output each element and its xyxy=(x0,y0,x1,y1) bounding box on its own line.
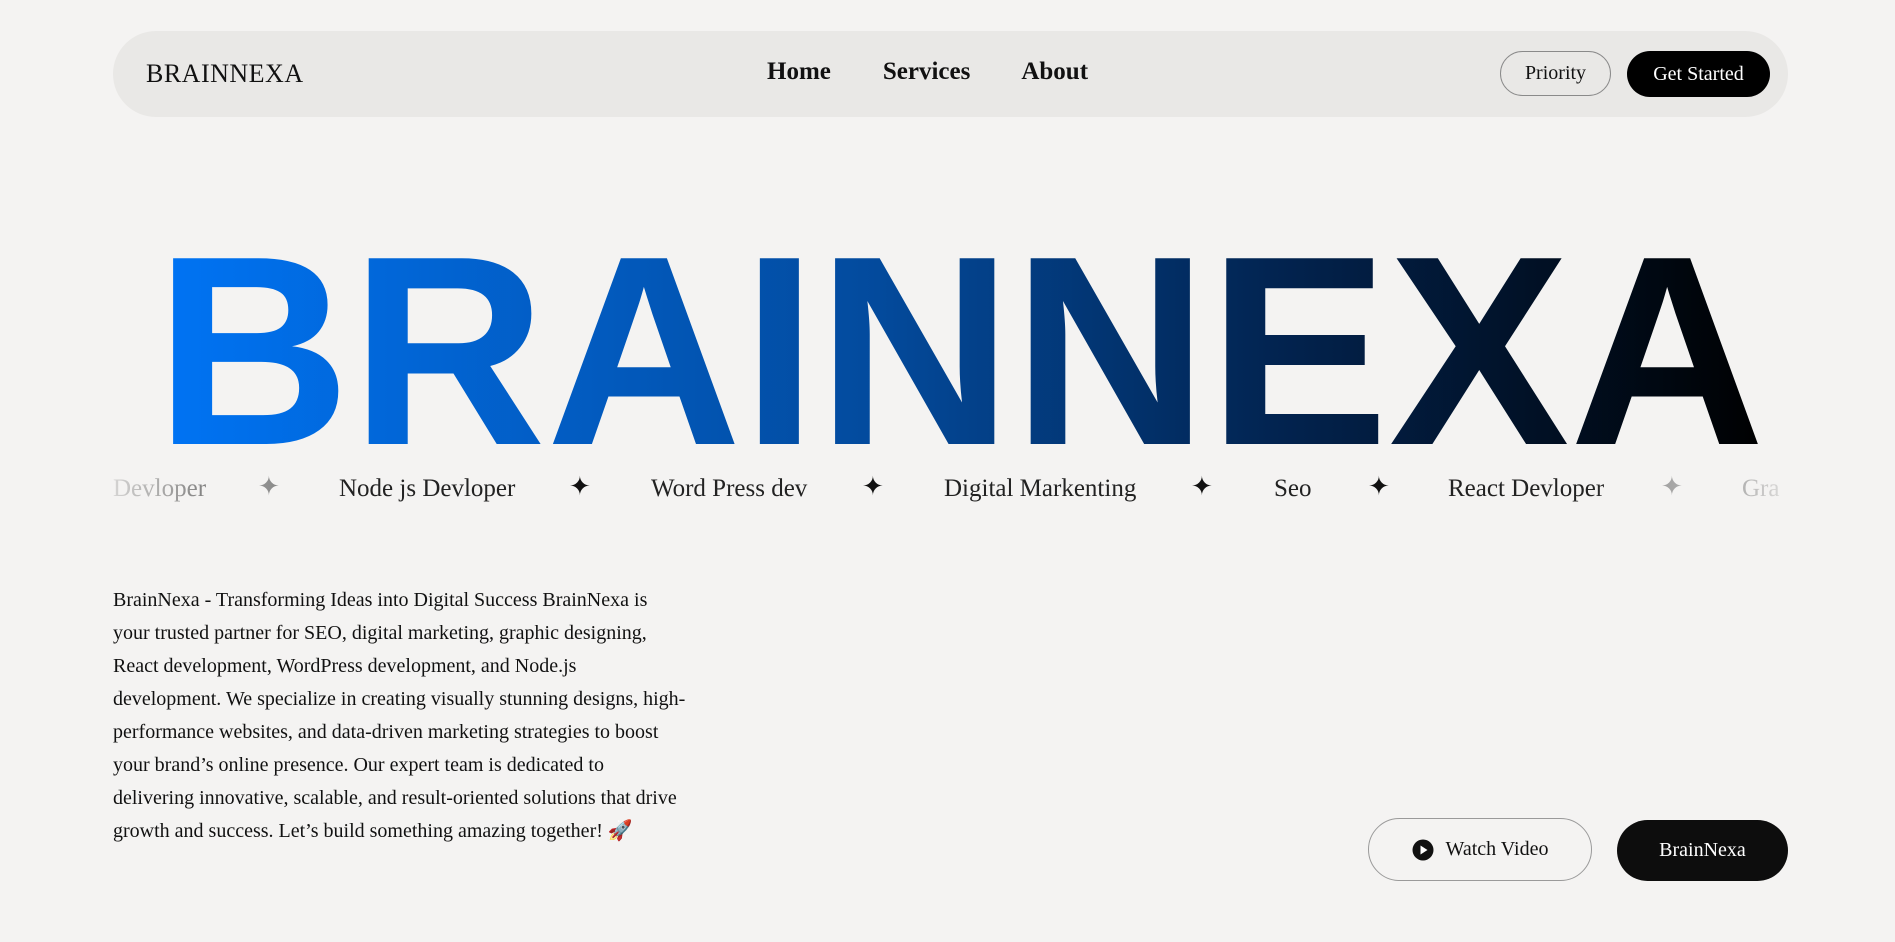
sparkle-star-icon: ✦ xyxy=(1368,472,1390,501)
priority-button[interactable]: Priority xyxy=(1500,51,1611,96)
nav-link-home[interactable]: Home xyxy=(767,59,831,84)
services-marquee: Devloper ✦ Node js Devloper ✦ Word Press… xyxy=(113,470,1788,510)
sparkle-star-icon: ✦ xyxy=(862,472,884,501)
marquee-item: React Devloper xyxy=(1448,475,1605,502)
watch-video-button[interactable]: Watch Video xyxy=(1368,818,1592,881)
sparkle-star-icon: ✦ xyxy=(569,472,591,501)
nav-link-about[interactable]: About xyxy=(1021,59,1088,84)
marquee-item: Devloper xyxy=(113,475,207,502)
marquee-item: Word Press dev xyxy=(651,475,808,502)
sparkle-star-icon: ✦ xyxy=(1191,472,1213,501)
navbar: BRAINNEXA Home Services About Priority G… xyxy=(113,31,1788,117)
marquee-item: Digital Markenting xyxy=(944,475,1137,502)
marquee-track: Devloper ✦ Node js Devloper ✦ Word Press… xyxy=(113,470,1788,510)
marquee-item: Node js Devloper xyxy=(339,475,516,502)
play-circle-icon xyxy=(1412,839,1434,860)
hero-title: BRAINNEXA xyxy=(155,226,1765,456)
marquee-item: Seo xyxy=(1274,475,1312,502)
sparkle-star-icon: ✦ xyxy=(258,472,280,501)
brand-logo[interactable]: BRAINNEXA xyxy=(146,61,304,87)
watch-video-label: Watch Video xyxy=(1445,838,1549,860)
nav-links: Home Services About xyxy=(767,59,1088,84)
brainnexa-button[interactable]: BrainNexa xyxy=(1617,820,1788,881)
intro-description: BrainNexa - Transforming Ideas into Digi… xyxy=(113,589,686,842)
sparkle-star-icon: ✦ xyxy=(1661,472,1683,501)
hero-title-text: BRAINNEXA xyxy=(155,226,1765,456)
nav-link-services[interactable]: Services xyxy=(883,59,970,84)
marquee-item: Gra xyxy=(1742,475,1780,502)
get-started-button[interactable]: Get Started xyxy=(1627,51,1770,97)
